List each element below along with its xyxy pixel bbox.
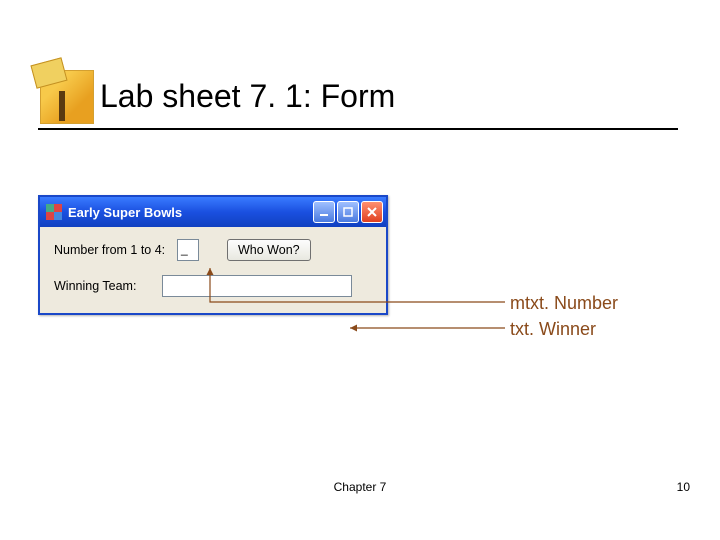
row-winner: Winning Team: (54, 275, 372, 297)
slide-logo (40, 70, 94, 124)
footer-chapter: Chapter 7 (0, 480, 720, 494)
txt-winner-input[interactable] (162, 275, 352, 297)
row-number: Number from 1 to 4: _ Who Won? (54, 239, 372, 261)
annotation-mtxt-number: mtxt. Number (510, 293, 618, 314)
window-title: Early Super Bowls (68, 205, 307, 220)
maximize-button[interactable] (337, 201, 359, 223)
app-icon (46, 204, 62, 220)
minimize-button[interactable] (313, 201, 335, 223)
label-winning-team: Winning Team: (54, 279, 154, 293)
mtxt-number-input[interactable]: _ (177, 239, 199, 261)
window-buttons (313, 201, 383, 223)
close-button[interactable] (361, 201, 383, 223)
title-underline (38, 128, 678, 130)
form-body: Number from 1 to 4: _ Who Won? Winning T… (40, 227, 386, 313)
slide-title: Lab sheet 7. 1: Form (100, 78, 395, 115)
label-number: Number from 1 to 4: (54, 243, 169, 257)
window-titlebar: Early Super Bowls (40, 197, 386, 227)
who-won-button[interactable]: Who Won? (227, 239, 311, 261)
close-icon (366, 206, 378, 218)
maximize-icon (342, 206, 354, 218)
footer-page-number: 10 (677, 480, 690, 494)
annotation-txt-winner: txt. Winner (510, 319, 596, 340)
form-window: Early Super Bowls Number from 1 to 4: _ … (38, 195, 388, 315)
minimize-icon (318, 206, 330, 218)
